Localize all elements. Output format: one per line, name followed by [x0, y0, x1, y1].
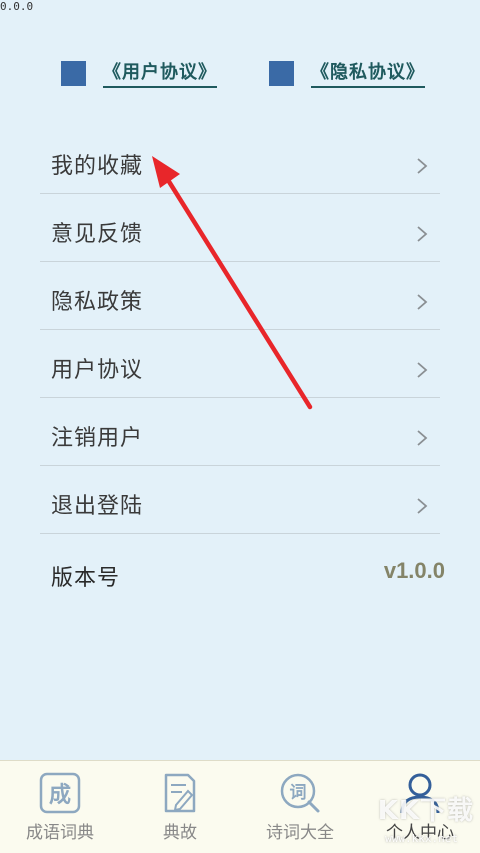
privacy-agreement-group: 《隐私协议》	[269, 58, 425, 88]
user-agreement-checkbox[interactable]	[61, 60, 86, 86]
svg-text:词: 词	[290, 783, 307, 803]
menu-item-user-agreement[interactable]: 用户协议	[40, 330, 440, 398]
poetry-search-icon: 词	[280, 773, 320, 813]
svg-text:成: 成	[49, 783, 71, 808]
menu-item-logout[interactable]: 退出登陆	[40, 466, 440, 534]
menu-item-privacy-policy[interactable]: 隐私政策	[40, 262, 440, 330]
idiom-dictionary-icon: 成	[39, 772, 81, 814]
tab-allusion[interactable]: 典故	[120, 761, 240, 853]
version-value: v1.0.0	[383, 558, 445, 583]
chevron-right-icon	[417, 294, 428, 310]
settings-menu: 我的收藏 意见反馈 隐私政策 用户协议 注销用户 退出登陆	[40, 126, 440, 534]
menu-item-label: 退出登陆	[51, 494, 144, 519]
watermark-logo: KK下载	[377, 796, 474, 826]
allusion-icon	[164, 773, 196, 813]
menu-item-delete-account[interactable]: 注销用户	[40, 398, 440, 466]
tab-idiom-dictionary[interactable]: 成 成语词典	[0, 761, 120, 853]
chevron-right-icon	[417, 158, 428, 174]
menu-item-label: 注销用户	[51, 426, 144, 451]
version-label: 版本号	[51, 566, 121, 591]
chevron-right-icon	[417, 430, 428, 446]
privacy-agreement-link[interactable]: 《隐私协议》	[311, 58, 425, 88]
version-row: 版本号 v1.0.0	[40, 540, 445, 600]
user-agreement-link[interactable]: 《用户协议》	[103, 58, 217, 88]
chevron-right-icon	[417, 226, 428, 242]
menu-item-label: 隐私政策	[51, 290, 144, 315]
tab-label: 诗词大全	[266, 823, 334, 843]
menu-item-label: 我的收藏	[51, 154, 144, 179]
menu-item-feedback[interactable]: 意见反馈	[40, 194, 440, 262]
menu-item-favorites[interactable]: 我的收藏	[40, 126, 440, 194]
tab-label: 成语词典	[26, 823, 94, 843]
privacy-agreement-checkbox[interactable]	[269, 60, 294, 86]
chevron-right-icon	[417, 362, 428, 378]
agreement-row: 《用户协议》 《隐私协议》	[0, 58, 480, 88]
tab-label: 典故	[163, 823, 197, 843]
user-agreement-group: 《用户协议》	[61, 58, 217, 88]
debug-version-label: 0.0.0	[0, 0, 34, 13]
chevron-right-icon	[417, 498, 428, 514]
menu-item-label: 意见反馈	[51, 222, 144, 247]
tab-poetry[interactable]: 词 诗词大全	[240, 761, 360, 853]
menu-item-label: 用户协议	[51, 358, 144, 383]
watermark-url: www.kkx.net	[385, 832, 458, 845]
